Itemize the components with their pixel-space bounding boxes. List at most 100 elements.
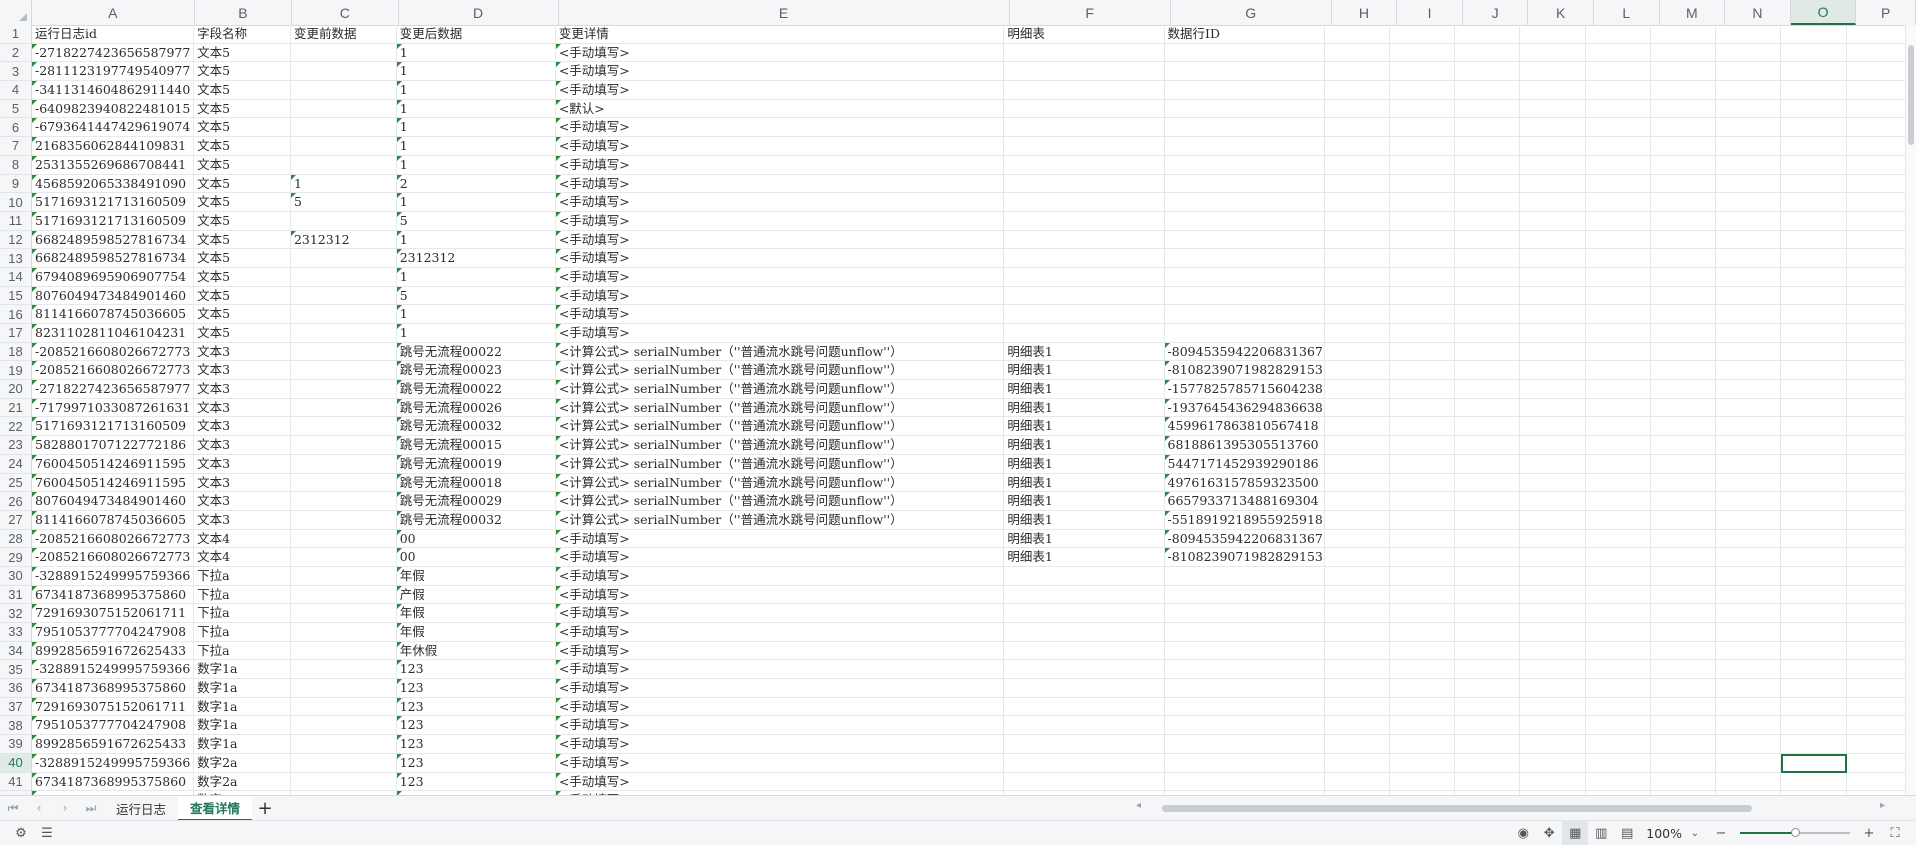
- cell-e37[interactable]: <手动填写>: [555, 697, 1005, 717]
- row-header-41[interactable]: 41: [0, 773, 31, 792]
- cell-p38[interactable]: [1847, 716, 1906, 736]
- cell-p21[interactable]: [1847, 398, 1906, 418]
- cell-c13[interactable]: [291, 249, 397, 268]
- cell-j24[interactable]: [1455, 454, 1521, 474]
- cell-p6[interactable]: [1847, 118, 1906, 138]
- cell-f27[interactable]: 明细表1: [1004, 510, 1165, 530]
- cell-n20[interactable]: [1716, 380, 1782, 399]
- cell-h4[interactable]: [1325, 81, 1390, 100]
- cell-o3[interactable]: [1781, 62, 1847, 82]
- cell-c3[interactable]: [291, 62, 397, 82]
- cell-p1[interactable]: [1847, 25, 1906, 44]
- cell-d25[interactable]: 跳号无流程00018: [396, 473, 556, 493]
- cell-b2[interactable]: 文本5: [194, 43, 291, 63]
- cell-i9[interactable]: [1390, 174, 1456, 194]
- cell-a37[interactable]: 7291693075152061711: [32, 697, 195, 717]
- cell-n23[interactable]: [1716, 436, 1782, 455]
- cell-c37[interactable]: [291, 697, 397, 717]
- cell-a10[interactable]: 5171693121713160509: [32, 193, 195, 212]
- cell-e1[interactable]: 变更详情: [556, 25, 1005, 44]
- cell-i11[interactable]: [1390, 211, 1456, 231]
- cell-f30[interactable]: [1004, 566, 1165, 586]
- cell-k24[interactable]: [1520, 454, 1586, 474]
- cell-f25[interactable]: 明细表1: [1004, 473, 1165, 493]
- row-header-30[interactable]: 30: [0, 567, 31, 586]
- cell-h16[interactable]: [1325, 305, 1390, 324]
- cell-h30[interactable]: [1325, 566, 1390, 586]
- cell-h14[interactable]: [1325, 267, 1390, 287]
- focus-mode-icon[interactable]: ✥: [1536, 821, 1562, 845]
- cell-m5[interactable]: [1651, 99, 1717, 119]
- cell-j4[interactable]: [1455, 81, 1521, 100]
- cell-p24[interactable]: [1847, 454, 1906, 474]
- cell-k30[interactable]: [1520, 566, 1586, 586]
- cell-a12[interactable]: 6682489598527816734: [32, 230, 195, 250]
- cell-i33[interactable]: [1390, 623, 1456, 642]
- row-header-20[interactable]: 20: [0, 380, 31, 399]
- cell-d19[interactable]: 跳号无流程00023: [396, 361, 556, 381]
- cell-n1[interactable]: [1716, 25, 1782, 44]
- cell-n38[interactable]: [1716, 716, 1782, 736]
- cell-j23[interactable]: [1455, 436, 1521, 455]
- cell-k32[interactable]: [1520, 604, 1586, 623]
- cell-o29[interactable]: [1781, 548, 1847, 567]
- cell-o25[interactable]: [1781, 473, 1847, 493]
- cell-o21[interactable]: [1781, 398, 1847, 418]
- cell-g41[interactable]: [1165, 772, 1325, 792]
- cell-o9[interactable]: [1781, 174, 1847, 194]
- cell-f32[interactable]: [1004, 604, 1165, 623]
- cell-a15[interactable]: 8076049473484901460: [32, 286, 195, 306]
- cell-m24[interactable]: [1651, 454, 1717, 474]
- cell-i30[interactable]: [1390, 566, 1456, 586]
- cell-n26[interactable]: [1716, 492, 1782, 511]
- cell-j19[interactable]: [1455, 361, 1521, 381]
- cell-j18[interactable]: [1455, 342, 1521, 362]
- cell-d32[interactable]: 年假: [396, 604, 556, 623]
- cell-g22[interactable]: 4599617863810567418: [1164, 417, 1325, 437]
- cell-c30[interactable]: [291, 566, 397, 586]
- cell-m25[interactable]: [1651, 473, 1717, 493]
- cell-g27[interactable]: -5518919218955925918: [1164, 510, 1325, 530]
- row-header-6[interactable]: 6: [0, 118, 31, 138]
- cell-k41[interactable]: [1520, 772, 1586, 792]
- cell-h36[interactable]: [1325, 679, 1390, 698]
- cell-o4[interactable]: [1781, 81, 1847, 100]
- cell-a2[interactable]: -2718227423656587977: [32, 43, 195, 63]
- cell-a17[interactable]: 8231102811046104231: [32, 324, 195, 343]
- cell-o2[interactable]: [1781, 43, 1847, 63]
- cell-k18[interactable]: [1520, 342, 1586, 362]
- cell-e31[interactable]: <手动填写>: [555, 585, 1005, 605]
- cell-d3[interactable]: 1: [396, 62, 556, 82]
- cell-b30[interactable]: 下拉a: [194, 566, 291, 586]
- cell-b19[interactable]: 文本3: [194, 361, 291, 381]
- cell-n32[interactable]: [1716, 604, 1782, 623]
- cell-c2[interactable]: [291, 43, 397, 63]
- cell-b35[interactable]: 数字1a: [194, 660, 291, 680]
- cell-c34[interactable]: [291, 641, 397, 661]
- cell-l5[interactable]: [1586, 99, 1651, 119]
- cell-n15[interactable]: [1716, 286, 1782, 306]
- cell-p5[interactable]: [1847, 99, 1906, 119]
- column-header-e[interactable]: E: [559, 0, 1010, 25]
- cell-h35[interactable]: [1325, 660, 1390, 680]
- cell-m6[interactable]: [1651, 118, 1717, 138]
- cell-g5[interactable]: [1165, 99, 1325, 119]
- cell-e33[interactable]: <手动填写>: [555, 623, 1005, 642]
- cell-p18[interactable]: [1847, 342, 1906, 362]
- cell-p27[interactable]: [1847, 510, 1906, 530]
- cell-g17[interactable]: [1165, 324, 1325, 343]
- row-header-33[interactable]: 33: [0, 623, 31, 642]
- cell-k13[interactable]: [1520, 249, 1586, 268]
- cell-g3[interactable]: [1165, 62, 1325, 82]
- cell-d4[interactable]: 1: [396, 81, 556, 100]
- cell-grid[interactable]: 运行日志id 字段名称 变更前数据 变更后数据 变更详情 明细表 数据行ID -2718227…: [32, 25, 1906, 795]
- cell-o17[interactable]: [1781, 324, 1847, 343]
- cell-i25[interactable]: [1390, 473, 1456, 493]
- cell-p19[interactable]: [1847, 361, 1906, 381]
- cell-p11[interactable]: [1847, 211, 1906, 231]
- cell-f4[interactable]: [1004, 81, 1165, 100]
- cell-f20[interactable]: 明细表1: [1004, 380, 1165, 399]
- cell-n16[interactable]: [1716, 305, 1782, 324]
- cell-k23[interactable]: [1520, 436, 1586, 455]
- cell-c41[interactable]: [291, 772, 397, 792]
